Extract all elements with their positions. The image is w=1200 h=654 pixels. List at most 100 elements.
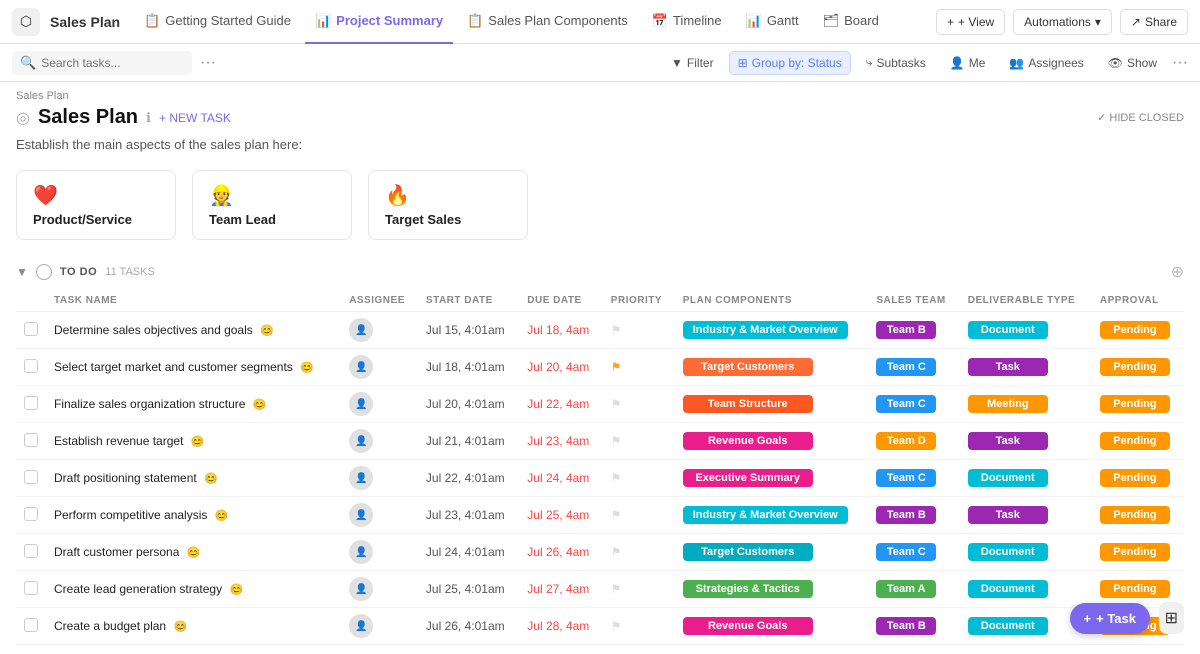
row-task-name[interactable]: Create a budget plan 😊 bbox=[46, 608, 341, 645]
row-checkbox[interactable] bbox=[16, 497, 46, 534]
view-plus-button[interactable]: + + View bbox=[936, 9, 1005, 35]
row-plan-component[interactable]: Industry & Market Overview bbox=[675, 497, 869, 534]
row-priority[interactable]: ⚑ bbox=[603, 497, 675, 534]
row-plan-component[interactable]: Strategies & Tactics bbox=[675, 571, 869, 608]
row-task-name[interactable]: Determine sales objectives and goals 😊 bbox=[46, 312, 341, 349]
tab-timeline[interactable]: 📅 Timeline bbox=[642, 0, 732, 44]
row-sales-team[interactable]: Team C bbox=[868, 460, 959, 497]
extra-options-icon[interactable]: ··· bbox=[1172, 54, 1188, 72]
row-assignee[interactable]: 👤 bbox=[341, 608, 418, 645]
row-assignee[interactable]: 👤 bbox=[341, 534, 418, 571]
row-sales-team[interactable]: Team B bbox=[868, 312, 959, 349]
row-priority[interactable]: ⚑ bbox=[603, 349, 675, 386]
search-input[interactable] bbox=[41, 56, 184, 70]
row-approval[interactable]: Pending bbox=[1092, 460, 1184, 497]
add-task-float-button[interactable]: + + Task bbox=[1070, 603, 1150, 634]
automations-button[interactable]: Automations ▾ bbox=[1013, 9, 1112, 35]
section-toggle[interactable]: ▼ bbox=[16, 265, 28, 279]
grid-view-float-button[interactable]: ⊞ bbox=[1159, 602, 1184, 634]
row-priority[interactable]: ⚑ bbox=[603, 460, 675, 497]
row-deliverable-type[interactable]: Document bbox=[960, 312, 1092, 349]
row-plan-component[interactable]: Target Customers bbox=[675, 534, 869, 571]
row-approval[interactable]: Pending bbox=[1092, 534, 1184, 571]
row-sales-team[interactable]: Team C bbox=[868, 534, 959, 571]
row-checkbox[interactable] bbox=[16, 534, 46, 571]
row-checkbox[interactable] bbox=[16, 349, 46, 386]
row-checkbox[interactable] bbox=[16, 312, 46, 349]
row-checkbox[interactable] bbox=[16, 571, 46, 608]
row-sales-team[interactable]: Team A bbox=[868, 571, 959, 608]
row-assignee[interactable]: 👤 bbox=[341, 460, 418, 497]
row-sales-team[interactable]: Team B bbox=[868, 608, 959, 645]
col-assignee: ASSIGNEE bbox=[341, 290, 418, 312]
row-priority[interactable]: ⚑ bbox=[603, 312, 675, 349]
row-task-name[interactable]: Draft customer persona 😊 bbox=[46, 534, 341, 571]
row-checkbox[interactable] bbox=[16, 460, 46, 497]
share-button[interactable]: ↗ Share bbox=[1120, 9, 1188, 35]
row-deliverable-type[interactable]: Document bbox=[960, 534, 1092, 571]
page-title: Sales Plan bbox=[38, 106, 138, 129]
hide-closed-button[interactable]: ✓ HIDE CLOSED bbox=[1097, 111, 1184, 124]
row-assignee[interactable]: 👤 bbox=[341, 571, 418, 608]
row-sales-team[interactable]: Team D bbox=[868, 423, 959, 460]
tab-project-summary[interactable]: 📊 Project Summary bbox=[305, 0, 453, 44]
more-options-icon[interactable]: ··· bbox=[200, 54, 216, 72]
row-approval[interactable]: Pending bbox=[1092, 312, 1184, 349]
row-approval[interactable]: Pending bbox=[1092, 423, 1184, 460]
row-checkbox[interactable] bbox=[16, 608, 46, 645]
row-start-date: Jul 21, 4:01am bbox=[418, 423, 519, 460]
tab-gantt[interactable]: 📊 Gantt bbox=[736, 0, 809, 44]
row-assignee[interactable]: 👤 bbox=[341, 312, 418, 349]
toolbar-right: ▼ Filter ⊞ Group by: Status ⤷ Subtasks 👤… bbox=[662, 50, 1188, 75]
row-assignee[interactable]: 👤 bbox=[341, 386, 418, 423]
row-plan-component[interactable]: Revenue Goals bbox=[675, 423, 869, 460]
filter-button[interactable]: ▼ Filter bbox=[662, 51, 723, 75]
row-checkbox[interactable] bbox=[16, 386, 46, 423]
row-priority[interactable]: ⚑ bbox=[603, 423, 675, 460]
subtasks-button[interactable]: ⤷ Subtasks bbox=[857, 50, 935, 75]
row-sales-team[interactable]: Team B bbox=[868, 497, 959, 534]
priority-flag-icon: ⚑ bbox=[611, 619, 622, 633]
row-assignee[interactable]: 👤 bbox=[341, 423, 418, 460]
row-deliverable-type[interactable]: Task bbox=[960, 497, 1092, 534]
show-button[interactable]: 👁 Show bbox=[1099, 51, 1166, 75]
group-by-status-button[interactable]: ⊞ Group by: Status bbox=[729, 51, 851, 75]
row-checkbox[interactable] bbox=[16, 423, 46, 460]
me-button[interactable]: 👤 Me bbox=[941, 51, 995, 75]
assignees-button[interactable]: 👥 Assignees bbox=[1000, 51, 1092, 75]
row-plan-component[interactable]: Revenue Goals bbox=[675, 608, 869, 645]
row-approval[interactable]: Pending bbox=[1092, 349, 1184, 386]
row-plan-component[interactable]: Industry & Market Overview bbox=[675, 312, 869, 349]
row-deliverable-type[interactable]: Document bbox=[960, 571, 1092, 608]
tab-sales-plan-components[interactable]: 📋 Sales Plan Components bbox=[457, 0, 638, 44]
row-priority[interactable]: ⚑ bbox=[603, 386, 675, 423]
row-sales-team[interactable]: Team C bbox=[868, 349, 959, 386]
row-task-name[interactable]: Establish revenue target 😊 bbox=[46, 423, 341, 460]
row-deliverable-type[interactable]: Task bbox=[960, 423, 1092, 460]
new-task-button[interactable]: + NEW TASK bbox=[159, 111, 231, 125]
row-task-name[interactable]: Select target market and customer segmen… bbox=[46, 349, 341, 386]
row-task-name[interactable]: Draft positioning statement 😊 bbox=[46, 460, 341, 497]
row-priority[interactable]: ⚑ bbox=[603, 534, 675, 571]
tab-getting-started[interactable]: 📋 Getting Started Guide bbox=[134, 0, 301, 44]
row-task-name[interactable]: Create lead generation strategy 😊 bbox=[46, 571, 341, 608]
row-deliverable-type[interactable]: Document bbox=[960, 460, 1092, 497]
row-assignee[interactable]: 👤 bbox=[341, 497, 418, 534]
row-priority[interactable]: ⚑ bbox=[603, 608, 675, 645]
row-approval[interactable]: Pending bbox=[1092, 497, 1184, 534]
row-plan-component[interactable]: Target Customers bbox=[675, 349, 869, 386]
row-deliverable-type[interactable]: Meeting bbox=[960, 386, 1092, 423]
tab-board[interactable]: 🗂 Board bbox=[813, 0, 889, 44]
row-plan-component[interactable]: Executive Summary bbox=[675, 460, 869, 497]
row-approval[interactable]: Pending bbox=[1092, 386, 1184, 423]
row-plan-component[interactable]: Team Structure bbox=[675, 386, 869, 423]
row-assignee[interactable]: 👤 bbox=[341, 349, 418, 386]
search-box[interactable]: 🔍 bbox=[12, 51, 192, 75]
row-sales-team[interactable]: Team C bbox=[868, 386, 959, 423]
row-task-name[interactable]: Finalize sales organization structure 😊 bbox=[46, 386, 341, 423]
row-deliverable-type[interactable]: Task bbox=[960, 349, 1092, 386]
row-priority[interactable]: ⚑ bbox=[603, 571, 675, 608]
info-icon[interactable]: ℹ bbox=[146, 110, 151, 126]
row-task-name[interactable]: Perform competitive analysis 😊 bbox=[46, 497, 341, 534]
add-column-icon[interactable]: ⊕ bbox=[1171, 262, 1184, 282]
